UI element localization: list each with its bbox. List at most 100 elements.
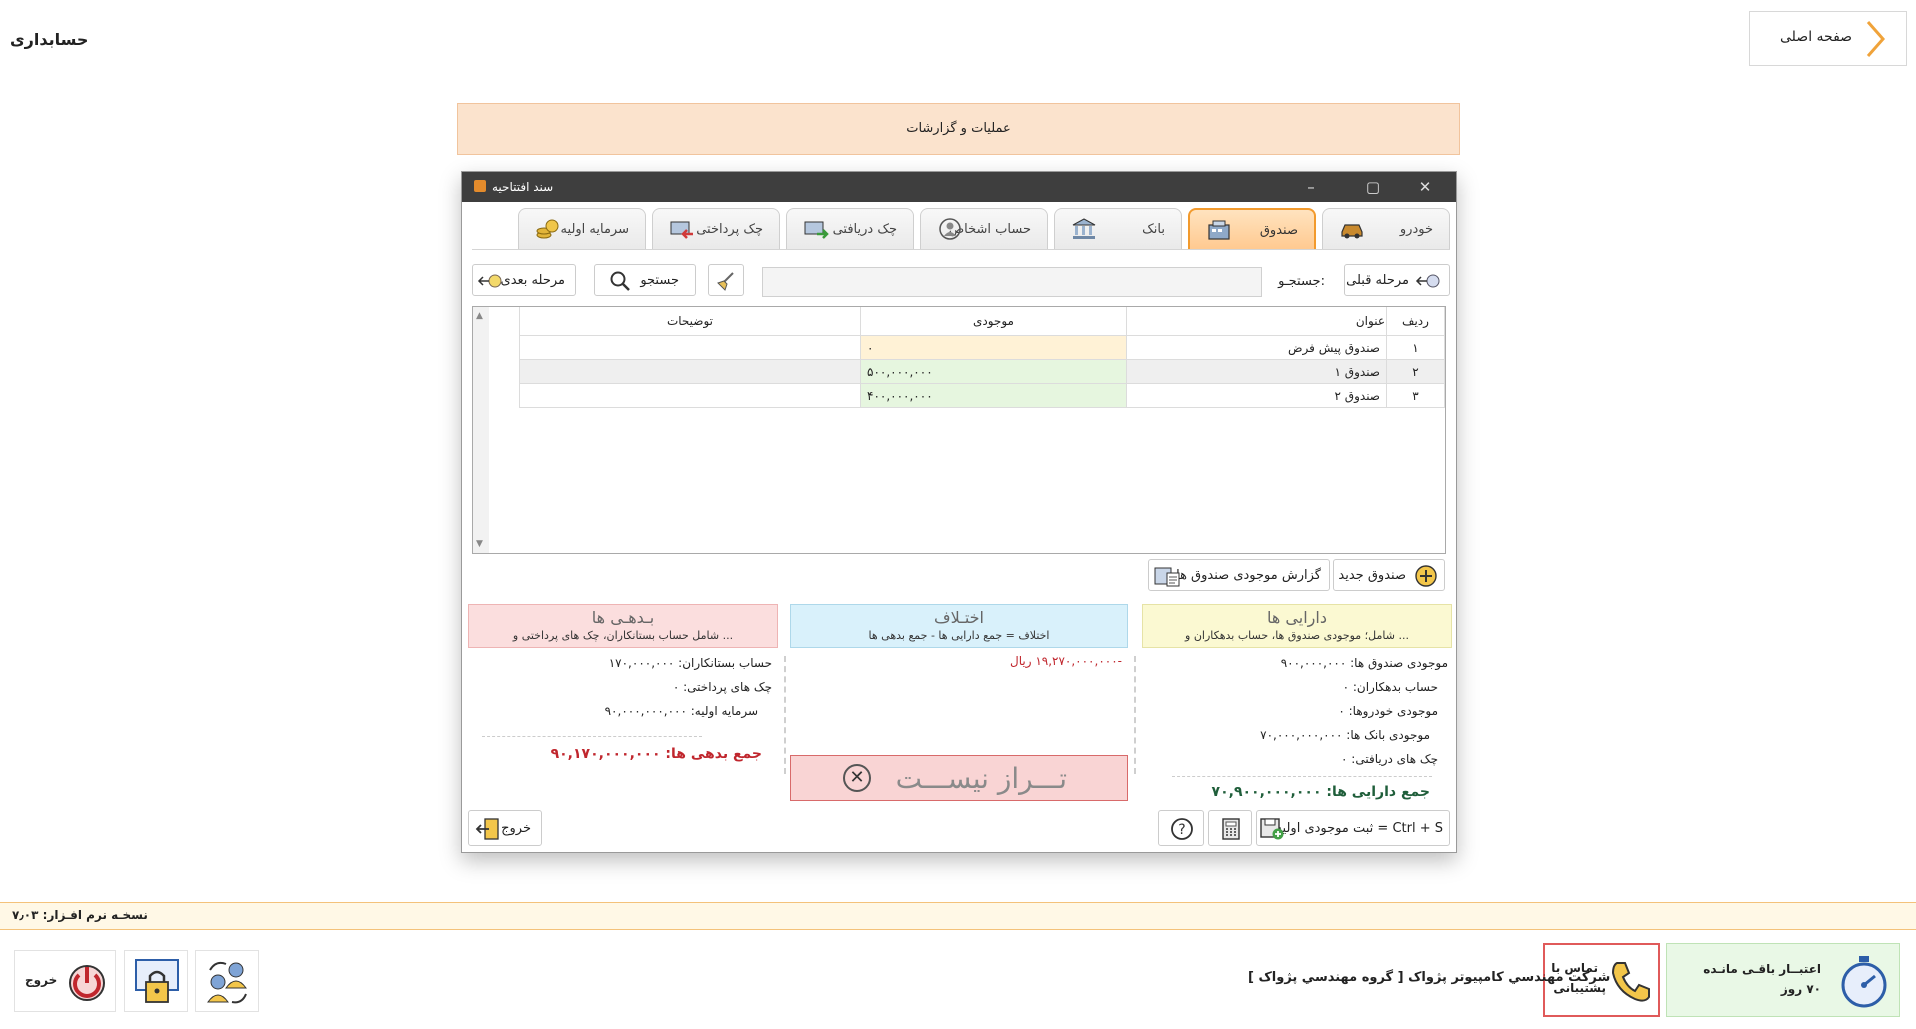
next-step-button[interactable]: مرحله بعدی <box>472 264 576 296</box>
credit-days: ۷۰ روز <box>1780 982 1821 996</box>
person-icon <box>939 218 961 240</box>
app-icon <box>474 180 486 192</box>
operations-reports-bar[interactable]: عملیات و گزارشات <box>457 103 1460 155</box>
divider <box>1134 656 1136 774</box>
assets-subtitle: شامل؛ موجودی صندوق ها، حساب بدهکاران و .… <box>1185 629 1409 642</box>
tab-strip: خودرو صندوق بانک حساب اشخاص چک دریافتی چ… <box>472 208 1450 250</box>
company-name: شرکت مهندسي کامپيوتر پژواک [ گروه مهندسي… <box>1248 970 1611 985</box>
stopwatch-icon <box>1841 956 1887 1008</box>
assets-received-checks: چک های دریافتی: ۰ <box>1341 752 1438 766</box>
help-button[interactable]: ? <box>1158 810 1204 846</box>
col-header-balance[interactable]: موجودی <box>860 307 1127 336</box>
cashbox-report-label: گزارش موجودی صندوق ها <box>1176 568 1321 583</box>
exit-app-label: خروج <box>25 973 58 987</box>
table-row[interactable]: ۲ صندوق ۱ ۵۰۰,۰۰۰,۰۰۰ <box>519 359 1445 384</box>
debts-subtitle: شامل حساب بستانکاران، چک های پرداختی و .… <box>512 629 734 642</box>
tab-label: بانک <box>1142 222 1165 237</box>
home-button-label: صفحه اصلی <box>1780 29 1853 45</box>
col-header-title[interactable]: عنوان <box>1126 307 1387 336</box>
debts-initial-capital: سرمایه اولیه: ۹۰,۰۰۰,۰۰۰,۰۰۰ <box>604 704 758 718</box>
cell-description[interactable] <box>519 335 861 360</box>
exit-button-label: خروج <box>501 821 531 836</box>
window-titlebar: سند افتتاحیه – ▢ ✕ <box>462 172 1456 202</box>
cell-title[interactable]: صندوق ۲ <box>1126 383 1387 408</box>
coins-icon <box>536 219 559 239</box>
separator <box>482 736 702 737</box>
previous-step-label: مرحله قبلی <box>1346 273 1409 288</box>
cell-row: ۳ <box>1386 383 1445 408</box>
difference-title: اختـلاف <box>934 608 984 627</box>
arrow-left-circle-icon <box>477 274 502 288</box>
calculator-button[interactable] <box>1208 810 1252 846</box>
previous-step-button[interactable]: مرحله قبلی <box>1344 264 1450 296</box>
car-icon <box>1341 224 1363 239</box>
cell-balance[interactable]: ۰ <box>860 335 1127 360</box>
home-button[interactable]: صفحه اصلی <box>1749 11 1907 66</box>
debts-creditors: حساب بستانکاران: ۱۷۰,۰۰۰,۰۰۰ <box>608 656 772 670</box>
debts-paid-checks: چک های پرداختی: ۰ <box>672 680 772 694</box>
search-button[interactable]: جستجو <box>594 264 696 296</box>
exit-button[interactable]: خروج <box>468 810 542 846</box>
cell-balance[interactable]: ۴۰۰,۰۰۰,۰۰۰ <box>860 383 1127 408</box>
lock-button[interactable] <box>124 950 188 1012</box>
exit-app-button[interactable]: خروج <box>14 950 116 1012</box>
assets-total: جمع دارایی ها: ۷۰,۹۰۰,۰۰۰,۰۰۰ <box>1211 784 1430 800</box>
assets-cashboxes: موجودی صندوق ها: ۹۰۰,۰۰۰,۰۰۰ <box>1280 656 1448 670</box>
cell-title[interactable]: صندوق پیش فرض <box>1126 335 1387 360</box>
new-cashbox-button[interactable]: صندوق جدید <box>1333 559 1445 591</box>
credit-label: اعتبــار باقـی مانـده <box>1703 962 1821 976</box>
table-row[interactable]: ۳ صندوق ۲ ۴۰۰,۰۰۰,۰۰۰ <box>519 383 1445 408</box>
cashbox-report-button[interactable]: گزارش موجودی صندوق ها <box>1148 559 1330 591</box>
grid-scrollbar[interactable]: ▲ ▼ <box>473 307 489 553</box>
debts-title: بـدهـی ها <box>591 608 655 627</box>
search-icon <box>610 271 630 291</box>
tab-paid-check[interactable]: چک پرداختی <box>652 208 780 250</box>
assets-panel-header: دارایی ها شامل؛ موجودی صندوق ها، حساب بد… <box>1142 604 1452 648</box>
tab-received-check[interactable]: چک دریافتی <box>786 208 914 250</box>
assets-title: دارایی ها <box>1267 608 1327 627</box>
close-button[interactable]: ✕ <box>1402 172 1448 202</box>
col-header-row[interactable]: ردیف <box>1386 307 1445 336</box>
cashbox-icon <box>1208 220 1230 240</box>
cell-description[interactable] <box>519 383 861 408</box>
cell-balance[interactable]: ۵۰۰,۰۰۰,۰۰۰ <box>860 359 1127 384</box>
save-initial-balance-button[interactable]: ثبت موجودی اولیه = Ctrl + S <box>1256 810 1450 846</box>
maximize-button[interactable]: ▢ <box>1350 172 1396 202</box>
table-row[interactable]: ۱ صندوق پیش فرض ۰ <box>519 335 1445 360</box>
tab-label: سرمایه اولیه <box>560 222 629 237</box>
tab-initial-capital[interactable]: سرمایه اولیه <box>518 208 646 250</box>
debts-panel-header: بـدهـی ها شامل حساب بستانکاران، چک های پ… <box>468 604 778 648</box>
tab-label: خودرو <box>1399 222 1433 237</box>
help-icon: ? <box>1171 818 1193 840</box>
phone-icon <box>1611 962 1650 1002</box>
search-label: جستجـو: <box>1278 274 1325 289</box>
remaining-credit: اعتبــار باقـی مانـده ۷۰ روز <box>1666 943 1900 1017</box>
lock-icon <box>135 959 179 1003</box>
change-user-button[interactable] <box>195 950 259 1012</box>
cashbox-table: ردیف عنوان موجودی توضیحات ۱ صندوق پیش فر… <box>519 307 1445 408</box>
tab-cashbox[interactable]: صندوق <box>1188 208 1316 250</box>
tab-bank[interactable]: بانک <box>1054 208 1182 250</box>
software-version: نسخـه نرم افـزار: ۷٫۰۳ <box>12 908 148 922</box>
version-bar: نسخـه نرم افـزار: ۷٫۰۳ <box>0 902 1916 930</box>
new-cashbox-label: صندوق جدید <box>1338 568 1406 583</box>
col-header-description[interactable]: توضیحات <box>519 307 861 336</box>
scroll-down-icon[interactable]: ▼ <box>476 539 483 549</box>
separator <box>1172 776 1432 777</box>
search-button-label: جستجو <box>640 273 679 288</box>
tab-label: چک پرداختی <box>696 222 763 237</box>
scroll-up-icon[interactable]: ▲ <box>476 311 483 321</box>
cell-description[interactable] <box>519 359 861 384</box>
tab-persons-account[interactable]: حساب اشخاص <box>920 208 1048 250</box>
minimize-button[interactable]: – <box>1288 172 1334 202</box>
difference-panel-header: اختـلاف اختلاف = جمع دارایی ها - جمع بده… <box>790 604 1128 648</box>
cell-title[interactable]: صندوق ۱ <box>1126 359 1387 384</box>
paid-check-icon <box>670 221 693 239</box>
switch-user-icon <box>207 961 247 1004</box>
calculator-icon <box>1222 818 1240 840</box>
tab-car[interactable]: خودرو <box>1322 208 1450 250</box>
cell-row: ۱ <box>1386 335 1445 360</box>
received-check-icon <box>804 221 829 239</box>
search-input[interactable] <box>762 267 1262 297</box>
clear-search-button[interactable] <box>708 264 744 296</box>
